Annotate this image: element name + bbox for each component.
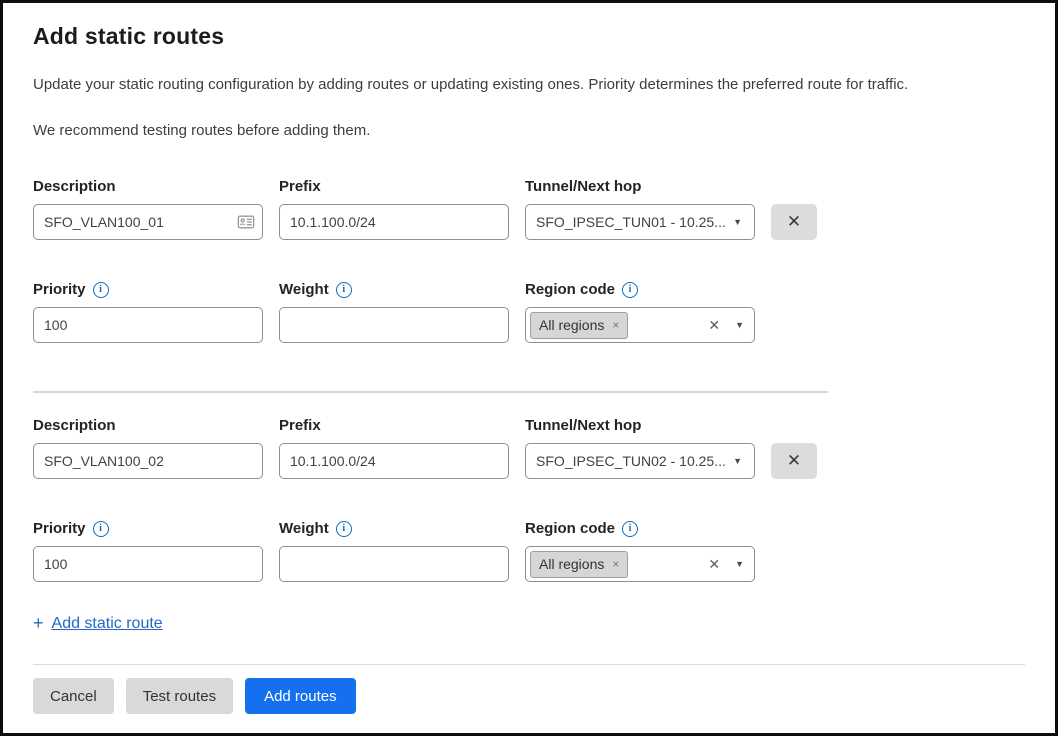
- description-label: Description: [33, 416, 263, 435]
- region-chip[interactable]: All regions ×: [530, 551, 628, 578]
- route-1-main-row: Description Prefix: [33, 177, 1025, 240]
- region-chip-label: All regions: [539, 317, 604, 333]
- weight-input[interactable]: [279, 546, 509, 582]
- description-input[interactable]: [33, 204, 263, 240]
- close-icon: ✕: [787, 212, 801, 232]
- route-2-tunnel-field: Tunnel/Next hop SFO_IPSEC_TUN02 - 10.25.…: [525, 416, 755, 479]
- description-input[interactable]: [33, 443, 263, 479]
- add-static-route-link[interactable]: + Add static route: [33, 613, 163, 634]
- route-2-priority-field: Priority i: [33, 519, 263, 582]
- route-1-secondary-row: Priority i Weight i Region code i: [33, 280, 1025, 343]
- chevron-down-icon[interactable]: ▼: [735, 321, 744, 330]
- region-code-label: Region code i: [525, 519, 755, 538]
- add-static-route-label: Add static route: [52, 615, 163, 633]
- tunnel-selected-value: SFO_IPSEC_TUN02 - 10.25...: [536, 453, 726, 469]
- weight-input[interactable]: [279, 307, 509, 343]
- tunnel-label: Tunnel/Next hop: [525, 416, 755, 435]
- clear-selection-icon[interactable]: ✕: [708, 317, 720, 334]
- page-title: Add static routes: [33, 23, 1025, 50]
- info-icon[interactable]: i: [336, 282, 352, 298]
- route-1-description-field: Description: [33, 177, 263, 240]
- tunnel-selected-value: SFO_IPSEC_TUN01 - 10.25...: [536, 214, 726, 230]
- route-section-2: Description Prefix Tunnel/Next hop SFO_I…: [33, 416, 1025, 582]
- footer-actions: Cancel Test routes Add routes: [33, 664, 1025, 714]
- route-2-secondary-row: Priority i Weight i Region code i: [33, 519, 1025, 582]
- info-icon[interactable]: i: [93, 282, 109, 298]
- info-icon[interactable]: i: [622, 521, 638, 537]
- prefix-label: Prefix: [279, 177, 509, 196]
- route-1-region-field: Region code i All regions × ✕ ▼: [525, 280, 755, 343]
- recommendation-text: We recommend testing routes before addin…: [33, 122, 1025, 139]
- region-chip[interactable]: All regions ×: [530, 312, 628, 339]
- route-section-1: Description Prefix: [33, 177, 1025, 343]
- chevron-down-icon: ▼: [733, 457, 742, 466]
- add-routes-button[interactable]: Add routes: [245, 678, 356, 714]
- info-icon[interactable]: i: [622, 282, 638, 298]
- intro-text: Update your static routing configuration…: [33, 76, 1025, 93]
- region-multiselect[interactable]: All regions × ✕ ▼: [525, 307, 755, 343]
- clear-selection-icon[interactable]: ✕: [708, 556, 720, 573]
- chip-remove-icon[interactable]: ×: [612, 557, 619, 571]
- close-icon: ✕: [787, 451, 801, 471]
- weight-label: Weight i: [279, 519, 509, 538]
- remove-route-button[interactable]: ✕: [771, 443, 817, 479]
- tunnel-label: Tunnel/Next hop: [525, 177, 755, 196]
- region-multiselect[interactable]: All regions × ✕ ▼: [525, 546, 755, 582]
- plus-icon: +: [33, 613, 44, 634]
- weight-label: Weight i: [279, 280, 509, 299]
- route-2-description-field: Description: [33, 416, 263, 479]
- priority-label: Priority i: [33, 280, 263, 299]
- region-code-label: Region code i: [525, 280, 755, 299]
- route-2-main-row: Description Prefix Tunnel/Next hop SFO_I…: [33, 416, 1025, 479]
- prefix-label: Prefix: [279, 416, 509, 435]
- remove-route-button[interactable]: ✕: [771, 204, 817, 240]
- cancel-button[interactable]: Cancel: [33, 678, 114, 714]
- route-1-weight-field: Weight i: [279, 280, 509, 343]
- prefix-input[interactable]: [279, 443, 509, 479]
- region-chip-label: All regions: [539, 556, 604, 572]
- route-1-prefix-field: Prefix: [279, 177, 509, 240]
- route-2-prefix-field: Prefix: [279, 416, 509, 479]
- priority-input[interactable]: [33, 307, 263, 343]
- info-icon[interactable]: i: [336, 521, 352, 537]
- prefix-input[interactable]: [279, 204, 509, 240]
- route-1-priority-field: Priority i: [33, 280, 263, 343]
- tunnel-select[interactable]: SFO_IPSEC_TUN01 - 10.25... ▼: [525, 204, 755, 240]
- test-routes-button[interactable]: Test routes: [126, 678, 233, 714]
- description-label: Description: [33, 177, 263, 196]
- chip-remove-icon[interactable]: ×: [612, 318, 619, 332]
- chevron-down-icon: ▼: [733, 218, 742, 227]
- route-2-weight-field: Weight i: [279, 519, 509, 582]
- priority-input[interactable]: [33, 546, 263, 582]
- route-1-tunnel-field: Tunnel/Next hop SFO_IPSEC_TUN01 - 10.25.…: [525, 177, 755, 240]
- priority-label: Priority i: [33, 519, 263, 538]
- add-static-routes-dialog: Add static routes Update your static rou…: [0, 0, 1058, 736]
- info-icon[interactable]: i: [93, 521, 109, 537]
- section-divider: [33, 391, 828, 393]
- chevron-down-icon[interactable]: ▼: [735, 560, 744, 569]
- route-2-region-field: Region code i All regions × ✕ ▼: [525, 519, 755, 582]
- tunnel-select[interactable]: SFO_IPSEC_TUN02 - 10.25... ▼: [525, 443, 755, 479]
- dialog-content: Add static routes Update your static rou…: [3, 3, 1055, 736]
